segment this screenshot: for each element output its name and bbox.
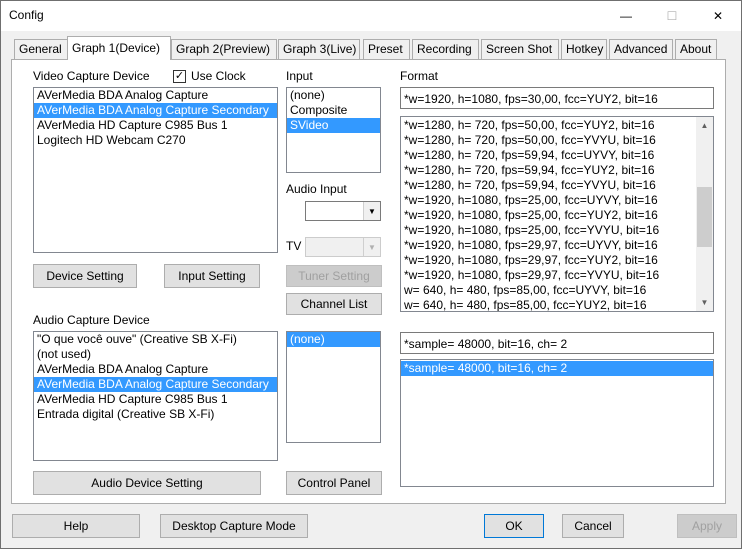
chevron-down-icon: ▼ (363, 238, 380, 256)
maximize-icon: ☐ (666, 9, 678, 23)
list-item[interactable]: Composite (287, 103, 380, 118)
window-title: Config (9, 8, 44, 22)
list-item[interactable]: *w=1920, h=1080, fps=29,97, fcc=YVYU, bi… (401, 268, 713, 283)
channel-list-button[interactable]: Channel List (286, 293, 382, 315)
audio-input-select[interactable]: ▼ (305, 201, 381, 221)
list-item[interactable]: *w=1280, h= 720, fps=50,00, fcc=YVYU, bi… (401, 133, 713, 148)
list-item[interactable]: AVerMedia HD Capture C985 Bus 1 (34, 392, 277, 407)
tab-graph3-live[interactable]: Graph 3(Live) (278, 39, 360, 59)
list-item[interactable]: (not used) (34, 347, 277, 362)
tuner-setting-button: Tuner Setting (286, 265, 382, 287)
video-device-list[interactable]: AVerMedia BDA Analog Capture AVerMedia B… (33, 87, 278, 253)
list-item[interactable]: *w=1280, h= 720, fps=59,94, fcc=UYVY, bi… (401, 148, 713, 163)
tv-label: TV (286, 239, 302, 253)
desktop-capture-mode-button[interactable]: Desktop Capture Mode (160, 514, 308, 538)
list-item-selected[interactable]: *sample= 48000, bit=16, ch= 2 (401, 361, 713, 376)
audio-format-list[interactable]: *sample= 48000, bit=16, ch= 2 (400, 359, 714, 487)
close-icon: ✕ (712, 9, 724, 23)
list-item[interactable]: *w=1280, h= 720, fps=59,94, fcc=YVYU, bi… (401, 178, 713, 193)
audio-device-list[interactable]: "O que você ouve" (Creative SB X-Fi) (no… (33, 331, 278, 461)
audio-capture-device-label: Audio Capture Device (33, 313, 150, 327)
tab-advanced[interactable]: Advanced (609, 39, 673, 59)
format-current-field[interactable]: *w=1920, h=1080, fps=30,00, fcc=YUY2, bi… (400, 87, 714, 109)
scroll-up-icon[interactable]: ▲ (696, 117, 713, 134)
tv-select: ▼ (305, 237, 381, 257)
maximize-button: ☐ (649, 1, 695, 31)
cancel-button[interactable]: Cancel (562, 514, 624, 538)
scrollbar-thumb[interactable] (697, 187, 712, 247)
apply-button: Apply (677, 514, 737, 538)
tab-preset[interactable]: Preset (363, 39, 410, 59)
config-window: Config — ☐ ✕ General Graph 1(Device) Gra… (0, 0, 742, 549)
list-item[interactable]: *w=1920, h=1080, fps=25,00, fcc=UYVY, bi… (401, 193, 713, 208)
list-item[interactable]: "O que você ouve" (Creative SB X-Fi) (34, 332, 277, 347)
tab-screen-shot[interactable]: Screen Shot (481, 39, 559, 59)
list-item[interactable]: Entrada digital (Creative SB X-Fi) (34, 407, 277, 422)
list-item[interactable]: *w=1280, h= 720, fps=50,00, fcc=YUY2, bi… (401, 118, 713, 133)
video-capture-device-label: Video Capture Device (33, 69, 150, 83)
use-clock-checkbox[interactable]: ✓ (173, 70, 186, 83)
use-clock-label: Use Clock (191, 69, 246, 83)
list-item[interactable]: *w=1280, h= 720, fps=59,94, fcc=YUY2, bi… (401, 163, 713, 178)
input-label: Input (286, 69, 313, 83)
list-item[interactable]: *w=1920, h=1080, fps=29,97, fcc=UYVY, bi… (401, 238, 713, 253)
ok-button[interactable]: OK (484, 514, 544, 538)
control-panel-button[interactable]: Control Panel (286, 471, 382, 495)
list-item[interactable]: *w=1920, h=1080, fps=25,00, fcc=YUY2, bi… (401, 208, 713, 223)
format-list-scrollbar[interactable]: ▲ ▼ (696, 117, 713, 311)
list-item[interactable]: w= 640, h= 480, fps=85,00, fcc=YUY2, bit… (401, 298, 713, 311)
list-item-selected[interactable]: (none) (287, 332, 380, 347)
minimize-button[interactable]: — (603, 1, 649, 31)
list-item[interactable]: AVerMedia BDA Analog Capture (34, 362, 277, 377)
tab-hotkey[interactable]: Hotkey (561, 39, 607, 59)
chevron-down-icon: ▼ (363, 202, 380, 220)
tab-graph1-device[interactable]: Graph 1(Device) (67, 36, 171, 60)
input-setting-button[interactable]: Input Setting (164, 264, 260, 288)
title-bar[interactable]: Config — ☐ ✕ (1, 1, 741, 31)
audio-format-current-field[interactable]: *sample= 48000, bit=16, ch= 2 (400, 332, 714, 354)
list-item[interactable]: *w=1920, h=1080, fps=29,97, fcc=YUY2, bi… (401, 253, 713, 268)
list-item[interactable]: Logitech HD Webcam C270 (34, 133, 277, 148)
audio-device-setting-button[interactable]: Audio Device Setting (33, 471, 261, 495)
close-button[interactable]: ✕ (695, 1, 741, 31)
list-item[interactable]: AVerMedia BDA Analog Capture (34, 88, 277, 103)
format-list[interactable]: *w=1280, h= 720, fps=50,00, fcc=YUY2, bi… (400, 116, 714, 312)
tab-about[interactable]: About (675, 39, 717, 59)
list-item[interactable]: AVerMedia HD Capture C985 Bus 1 (34, 118, 277, 133)
list-item-selected[interactable]: AVerMedia BDA Analog Capture Secondary (34, 103, 277, 118)
list-item-selected[interactable]: AVerMedia BDA Analog Capture Secondary (34, 377, 277, 392)
format-label: Format (400, 69, 439, 83)
minimize-icon: — (620, 9, 632, 23)
list-item-selected[interactable]: SVideo (287, 118, 380, 133)
device-setting-button[interactable]: Device Setting (33, 264, 137, 288)
help-button[interactable]: Help (12, 514, 140, 538)
list-item[interactable]: w= 640, h= 480, fps=85,00, fcc=UYVY, bit… (401, 283, 713, 298)
audio-input-list[interactable]: (none) (286, 331, 381, 443)
audio-input-label: Audio Input (286, 182, 347, 196)
scroll-down-icon[interactable]: ▼ (696, 294, 713, 311)
input-list[interactable]: (none) Composite SVideo (286, 87, 381, 173)
tab-recording[interactable]: Recording (412, 39, 479, 59)
list-item[interactable]: *w=1920, h=1080, fps=25,00, fcc=YVYU, bi… (401, 223, 713, 238)
tab-general[interactable]: General (14, 39, 68, 59)
list-item[interactable]: (none) (287, 88, 380, 103)
tab-graph2-preview[interactable]: Graph 2(Preview) (171, 39, 277, 59)
